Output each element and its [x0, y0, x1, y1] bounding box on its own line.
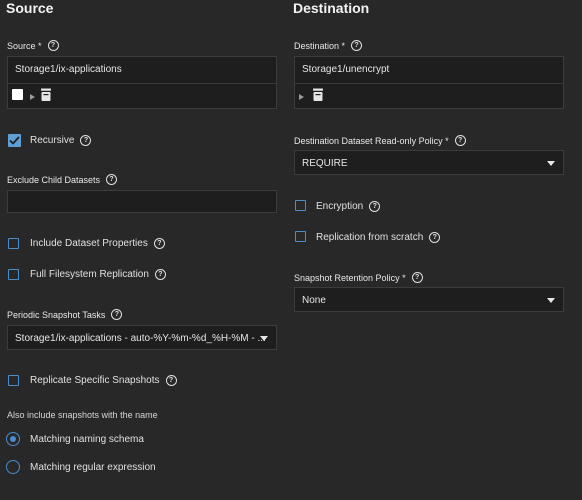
- periodic-label: Periodic Snapshot Tasks ?: [7, 309, 123, 320]
- destination-input[interactable]: Storage1/unencrypt: [302, 64, 389, 75]
- help-icon[interactable]: ?: [429, 232, 441, 243]
- dataset-folder-icon: [313, 88, 323, 101]
- expand-triangle-icon[interactable]: [30, 94, 35, 100]
- from-scratch-label: Replication from scratch ?: [316, 232, 441, 243]
- dropdown-caret-icon: [547, 298, 555, 303]
- help-icon[interactable]: ?: [153, 238, 165, 249]
- source-heading: Source: [6, 0, 54, 16]
- readonly-label: Destination Dataset Read-only Policy * ?: [294, 135, 466, 146]
- source-label-text: Source *: [7, 40, 42, 51]
- destination-heading: Destination: [293, 0, 370, 16]
- also-include-label: Also include snapshots with the name: [7, 410, 158, 420]
- help-icon[interactable]: ?: [80, 135, 92, 146]
- periodic-snapshot-tasks-select[interactable]: Storage1/ix-applications - auto-%Y-%m-%d…: [7, 325, 277, 350]
- help-icon[interactable]: ?: [351, 40, 363, 51]
- dropdown-caret-icon: [547, 161, 555, 166]
- destination-label: Destination * ?: [294, 40, 363, 51]
- recursive-checkbox[interactable]: [8, 134, 21, 147]
- replicate-specific-snapshots-checkbox[interactable]: [8, 375, 19, 386]
- include-props-label: Include Dataset Properties ?: [30, 238, 165, 249]
- radio-selected-dot: [10, 436, 16, 442]
- source-explorer: Storage1/ix-applications: [7, 56, 277, 109]
- exclude-label: Exclude Child Datasets ?: [7, 174, 118, 185]
- encryption-checkbox[interactable]: [295, 200, 306, 211]
- source-divider: [8, 83, 276, 84]
- from-scratch-text: Replication from scratch: [316, 232, 424, 243]
- help-icon[interactable]: ?: [369, 201, 381, 212]
- exclude-label-text: Exclude Child Datasets: [7, 174, 101, 185]
- dataset-folder-icon: [41, 88, 51, 101]
- radio-regular-expression[interactable]: [6, 460, 20, 474]
- replication-from-scratch-checkbox[interactable]: [295, 231, 306, 242]
- recursive-label-text: Recursive: [30, 135, 75, 146]
- include-props-text: Include Dataset Properties: [30, 238, 148, 249]
- recursive-label: Recursive ?: [30, 135, 92, 146]
- full-fs-text: Full Filesystem Replication: [30, 269, 149, 280]
- check-icon: [9, 136, 20, 145]
- source-label: Source * ?: [7, 40, 59, 51]
- periodic-value: Storage1/ix-applications - auto-%Y-%m-%d…: [15, 333, 266, 344]
- full-filesystem-replication-checkbox[interactable]: [8, 269, 19, 280]
- replicate-specific-label: Replicate Specific Snapshots ?: [30, 375, 177, 386]
- exclude-child-datasets-input[interactable]: [7, 190, 277, 213]
- destination-divider: [295, 83, 563, 84]
- help-icon[interactable]: ?: [106, 174, 118, 185]
- replicate-specific-text: Replicate Specific Snapshots: [30, 375, 160, 386]
- radio-naming-label: Matching naming schema: [30, 434, 144, 445]
- radio-naming-schema[interactable]: [6, 432, 20, 446]
- expand-triangle-icon[interactable]: [299, 94, 304, 100]
- source-dataset-checkbox[interactable]: [12, 89, 23, 100]
- help-icon[interactable]: ?: [154, 269, 166, 280]
- readonly-policy-select[interactable]: REQUIRE: [294, 150, 564, 175]
- destination-label-text: Destination *: [294, 40, 346, 51]
- destination-explorer: Storage1/unencrypt: [294, 56, 564, 109]
- help-icon[interactable]: ?: [47, 40, 59, 51]
- retention-value: None: [302, 295, 326, 306]
- include-dataset-properties-checkbox[interactable]: [8, 238, 19, 249]
- help-icon[interactable]: ?: [165, 375, 177, 386]
- encryption-text: Encryption: [316, 201, 364, 212]
- periodic-label-text: Periodic Snapshot Tasks: [7, 309, 106, 320]
- encryption-label: Encryption ?: [316, 201, 381, 212]
- full-fs-label: Full Filesystem Replication ?: [30, 269, 166, 280]
- help-icon[interactable]: ?: [411, 272, 423, 283]
- dropdown-caret-icon: [260, 336, 268, 341]
- readonly-value: REQUIRE: [302, 158, 348, 169]
- help-icon[interactable]: ?: [111, 309, 123, 320]
- retention-label: Snapshot Retention Policy * ?: [294, 272, 423, 283]
- radio-regex-label: Matching regular expression: [30, 462, 156, 473]
- source-input[interactable]: Storage1/ix-applications: [15, 64, 122, 75]
- retention-label-text: Snapshot Retention Policy *: [294, 272, 406, 283]
- retention-policy-select[interactable]: None: [294, 287, 564, 312]
- readonly-label-text: Destination Dataset Read-only Policy *: [294, 135, 449, 146]
- help-icon[interactable]: ?: [454, 135, 466, 146]
